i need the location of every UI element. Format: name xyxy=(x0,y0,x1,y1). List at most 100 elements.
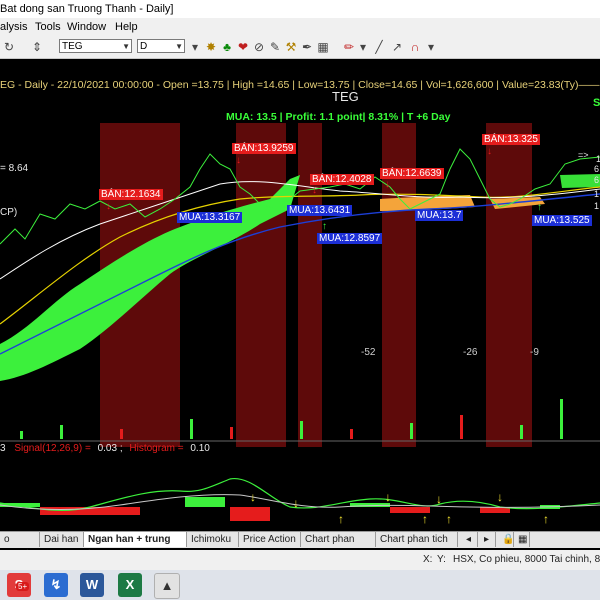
symbol-value: TEG xyxy=(62,41,83,52)
chart-tabs: o nganh Dai han Ngan han + trung han Ich… xyxy=(0,531,600,560)
macd-header: 3 Signal(12,26,9) = 0.03 ; Histogram = 0… xyxy=(0,443,210,454)
word-icon[interactable]: W xyxy=(80,573,104,597)
lock-icon[interactable]: 🔒 xyxy=(498,532,514,547)
volume-bar xyxy=(20,431,23,439)
macd-left-value: 3 xyxy=(0,443,6,454)
menu-window[interactable]: Window xyxy=(67,18,106,36)
tab-scroll-left-icon[interactable]: ◂ xyxy=(460,532,478,547)
settings-icon[interactable]: ✸ xyxy=(204,40,218,54)
volume-bar xyxy=(230,427,233,439)
volume-bar xyxy=(300,421,303,439)
buy-label: MUA:13.525 xyxy=(532,215,592,226)
sell-zones xyxy=(100,123,532,447)
macd-signal-value: 0.03 ; xyxy=(97,443,123,454)
excel-icon[interactable]: X xyxy=(118,573,142,597)
signal-banner: MUA: 13.5 | Profit: 1.1 point| 8.31% | T… xyxy=(226,111,451,123)
sell-zone xyxy=(298,123,322,447)
tab-scroll-right-icon[interactable]: ▸ xyxy=(478,532,496,547)
down-arrow-icon: ↓ xyxy=(487,146,492,157)
notification-badge: 5+ xyxy=(16,582,30,591)
down-arrow-icon: ↓ xyxy=(312,185,317,196)
price-info-line: EG - Daily - 22/10/2021 00:00:00 - Open … xyxy=(0,79,600,91)
menu-help[interactable]: Help xyxy=(115,18,138,36)
grid-icon[interactable]: ▦ xyxy=(514,532,530,547)
chart-app-icon[interactable]: ↯ xyxy=(44,573,68,597)
right-num-label: 1 xyxy=(594,201,600,211)
sell-label: BÁN:13.325 xyxy=(482,134,540,145)
down-arrow-icon: ↓ xyxy=(385,179,390,190)
chart-area[interactable]: ↓ ↓ ↓ ↓ ↓ ↑ ↑ ↑ ↑ TEG MUA: 13.5 | Profit… xyxy=(0,59,600,556)
volume-bar xyxy=(410,423,413,439)
sell-label: BÁN:13.9259 xyxy=(232,143,296,154)
ray-tool-icon[interactable]: ↗ xyxy=(390,40,404,54)
tab-dai-han[interactable]: Dai han xyxy=(40,532,84,547)
status-bar: X: Y: HSX, Co phieu, 8000 Tai chinh, 863… xyxy=(0,550,600,570)
down-arrow-icon: ↓ xyxy=(250,490,256,504)
volume-bar xyxy=(460,415,463,439)
tab-price-action[interactable]: Price Action xyxy=(239,532,301,547)
tab-ngan-han-trung-han[interactable]: Ngan han + trung han xyxy=(84,532,187,560)
title-bar: Bat dong san Truong Thanh - Daily] xyxy=(0,0,600,18)
volume-bar xyxy=(520,425,523,439)
chevron-down-icon: ▼ xyxy=(122,42,130,51)
left-cp-label: CP) xyxy=(0,207,18,218)
amibroker-icon[interactable]: ▲ xyxy=(154,573,180,599)
tag-icon[interactable]: ⊘ xyxy=(252,40,266,54)
status-text: HSX, Co phieu, 8000 Tai chinh, 8630 xyxy=(453,554,600,565)
heart-icon[interactable]: ❤ xyxy=(236,40,250,54)
buy-label: MUA:13.6431 xyxy=(287,205,353,216)
right-num-label: 6 xyxy=(594,175,600,185)
status-x: X: xyxy=(423,554,433,565)
grid-icon[interactable]: ▦ xyxy=(316,40,330,54)
down-arrow-icon: ↓ xyxy=(385,490,391,504)
move-icon[interactable]: ⇕ xyxy=(30,40,44,54)
up-arrow-icon: ↑ xyxy=(422,512,428,526)
symbol-combo[interactable]: TEG ▼ xyxy=(59,39,132,53)
tab-ichimoku[interactable]: Ichimoku xyxy=(187,532,239,547)
menu-bar: alysis Tools Window Help xyxy=(0,18,600,36)
dropdown-icon[interactable]: ▾ xyxy=(188,40,202,54)
cycle-label: -26 xyxy=(463,347,478,358)
buy-label: MUA:12.8597 xyxy=(317,233,383,244)
left-value-label: = 8.64 xyxy=(0,163,29,174)
chevron-down-icon[interactable]: ▾ xyxy=(356,40,370,54)
right-num-label: 6 xyxy=(594,164,600,174)
dropdown-icon[interactable]: ▾ xyxy=(424,40,438,54)
right-arrow-label: => xyxy=(578,150,589,160)
menu-tools[interactable]: Tools xyxy=(35,18,61,36)
volume-bar xyxy=(60,425,63,439)
down-arrow-icon: ↓ xyxy=(436,492,442,506)
status-y: Y: xyxy=(437,554,446,565)
line-tool-icon[interactable]: ╱ xyxy=(372,40,386,54)
indicator-icon[interactable]: ♣ xyxy=(220,40,234,54)
volume-bar xyxy=(560,399,563,439)
pen-icon[interactable]: ✒ xyxy=(300,40,314,54)
menu-analysis[interactable]: alysis xyxy=(0,18,28,36)
draw-icon[interactable]: ✎ xyxy=(268,40,282,54)
tab-chart-phan-tich[interactable]: Chart phan tich xyxy=(301,532,376,560)
magnet-icon[interactable]: ∩ xyxy=(408,40,422,54)
macd-signal-label: Signal(12,26,9) = xyxy=(14,443,91,454)
interval-combo[interactable]: D ▼ xyxy=(137,39,185,53)
sell-label: BÁN:12.4028 xyxy=(310,174,374,185)
highlighter-icon[interactable]: ✏ xyxy=(342,40,356,54)
up-arrow-icon: ↑ xyxy=(446,512,452,526)
up-arrow-icon: ↑ xyxy=(322,221,327,232)
sell-zone xyxy=(236,123,286,447)
buy-label: MUA:13.7 xyxy=(415,210,464,221)
refresh-icon[interactable]: ↻ xyxy=(2,40,16,54)
volume-bar xyxy=(350,429,353,439)
right-num-label: 1 xyxy=(594,189,600,199)
tab-nganh[interactable]: o nganh xyxy=(0,532,40,560)
right-num-label: 1 xyxy=(596,154,600,164)
interval-value: D xyxy=(140,41,148,52)
toolbar: ↻ ⇕ TEG ▼ D ▼ ▾ ✸ ♣ ❤ ⊘ ✎ ⚒ ✒ ▦ ✏ ▾ ╱ ↗ ∩ … xyxy=(0,36,600,59)
histogram-bar xyxy=(230,507,270,521)
down-arrow-icon: ↓ xyxy=(236,155,241,166)
tool-icon[interactable]: ⚒ xyxy=(284,40,298,54)
sell-zone xyxy=(486,123,532,447)
tab-chart-phan-tich-2[interactable]: Chart phan tich 2 xyxy=(376,532,458,560)
macd-histogram-value: 0.10 xyxy=(190,443,210,454)
histogram-bar xyxy=(185,497,225,507)
down-arrow-icon: ↓ xyxy=(293,496,299,510)
